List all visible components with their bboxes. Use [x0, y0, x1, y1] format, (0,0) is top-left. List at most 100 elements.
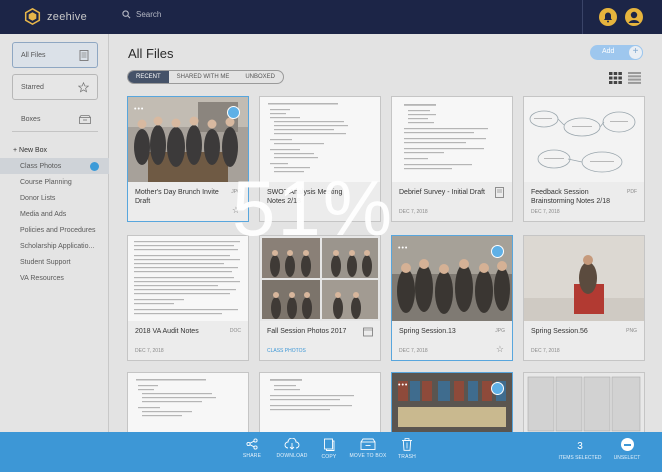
file-date: DEC 7, 2018 [399, 209, 428, 215]
file-name: 2018 VA Audit Notes [135, 328, 199, 335]
checkmark-icon[interactable] [491, 382, 504, 395]
sidebar-item-policies[interactable]: Policies and Procedures [0, 222, 109, 238]
file-card[interactable]: ••• Spring Session.13 JPG DEC 7, 2018 ☆ [391, 235, 513, 361]
file-card[interactable] [259, 372, 381, 433]
sidebar-item-donor-lists[interactable]: Donor Lists [0, 190, 109, 206]
file-card[interactable]: ••• [391, 372, 513, 433]
grid-view-icon[interactable] [609, 72, 622, 84]
topbar-divider [582, 0, 583, 34]
sidebar-item-media-and-ads[interactable]: Media and Ads [0, 206, 109, 222]
lockers-photo-image [524, 373, 644, 433]
file-name: Fall Session Photos 2017 [267, 328, 347, 335]
page-title: All Files [128, 46, 174, 61]
app-window: zeehive Search All Files Starred Boxes +… [0, 0, 662, 472]
trash-button[interactable]: TRASH [384, 438, 430, 460]
more-icon[interactable]: ••• [398, 382, 408, 389]
selected-count: 3 [577, 441, 583, 452]
file-name: Spring Session.56 [531, 328, 588, 335]
sidebar-item-label: VA Resources [20, 274, 64, 282]
file-name: Debrief Survey - Initial Draft [399, 189, 485, 196]
new-box-button[interactable]: + New Box [0, 142, 109, 158]
sidebar-item-label: Class Photos [20, 162, 62, 170]
starred-label: Starred [21, 83, 44, 91]
document-thumbnail [392, 97, 512, 182]
minus-circle-icon [620, 438, 634, 451]
sidebar-divider [12, 131, 98, 132]
cloud-download-icon [284, 438, 300, 450]
more-icon[interactable]: ••• [398, 245, 408, 252]
file-type: JPG [495, 328, 505, 334]
selection-count: 3 ITEMS SELECTED [558, 441, 602, 462]
sidebar-boxes[interactable]: Boxes [21, 115, 91, 124]
file-name: Mother's Day Brunch Invite Draft [135, 189, 219, 205]
plus-icon: + [628, 45, 643, 60]
check-circle-icon [90, 161, 99, 171]
boxes-label: Boxes [21, 116, 41, 123]
file-name: Feedback Session Brainstorming Notes 2/1… [531, 189, 610, 205]
photo-thumbnail [524, 236, 644, 321]
text-document-image [128, 373, 248, 433]
file-card[interactable]: Feedback Session Brainstorming Notes 2/1… [523, 96, 645, 222]
share-icon [246, 438, 258, 450]
sidebar-all-files[interactable]: All Files [12, 42, 98, 68]
notification-bell-icon[interactable] [597, 6, 619, 28]
file-date: DEC 7, 2018 [399, 348, 428, 354]
trash-icon [402, 438, 412, 451]
folder-icon [363, 327, 373, 337]
sidebar-item-va-resources[interactable]: VA Resources [0, 270, 109, 286]
sidebar-item-label: Student Support [20, 258, 71, 266]
sidebar-item-scholarship[interactable]: Scholarship Applicatio... [0, 238, 109, 254]
star-icon[interactable]: ☆ [496, 345, 504, 354]
logo-text: zeehive [47, 10, 88, 23]
file-card[interactable] [523, 372, 645, 433]
file-card[interactable]: Debrief Survey - Initial Draft DEC 7, 20… [391, 96, 513, 222]
file-date: DEC 7, 2018 [531, 348, 560, 354]
more-icon[interactable]: ••• [134, 106, 144, 113]
sidebar-starred[interactable]: Starred [12, 74, 98, 100]
sidebar: All Files Starred Boxes + New Box Class … [0, 34, 109, 472]
tab-shared-with-me[interactable]: SHARED WITH ME [169, 71, 238, 83]
filter-tabs: RECENT SHARED WITH ME UNBOXED [127, 70, 285, 84]
search-input[interactable]: Search [136, 10, 161, 19]
tab-unboxed[interactable]: UNBOXED [237, 71, 283, 83]
unselect-button[interactable]: UNSELECT [612, 438, 642, 461]
file-type: DOC [229, 328, 241, 334]
sidebar-item-label: Scholarship Applicatio... [20, 242, 95, 250]
text-document-image [392, 97, 512, 182]
studio-photo-image [524, 236, 644, 321]
search-icon [122, 10, 131, 19]
all-files-label: All Files [21, 51, 46, 59]
star-icon [78, 81, 89, 93]
add-button[interactable]: Add + [590, 45, 643, 60]
whiteboard-sketch-image [524, 97, 644, 182]
sidebar-item-label: Media and Ads [20, 210, 67, 218]
box-label[interactable]: CLASS PHOTOS [267, 348, 306, 354]
document-icon [79, 49, 89, 61]
checkmark-icon[interactable] [227, 106, 240, 119]
tab-recent[interactable]: RECENT [128, 71, 169, 83]
box-icon [360, 438, 376, 450]
sidebar-item-label: Donor Lists [20, 194, 56, 202]
file-card[interactable]: ••• Mother's Day Brunch Invite Draft JPG… [127, 96, 249, 222]
sidebar-item-class-photos[interactable]: Class Photos [0, 158, 109, 174]
sidebar-item-student-support[interactable]: Student Support [0, 254, 109, 270]
file-card[interactable]: 2018 VA Audit Notes DOC DEC 7, 2018 [127, 235, 249, 361]
file-card[interactable]: Spring Session.56 PNG DEC 7, 2018 [523, 235, 645, 361]
file-name: Spring Session.13 [399, 328, 456, 335]
sidebar-item-label: Course Planning [20, 178, 72, 186]
sidebar-item-course-planning[interactable]: Course Planning [0, 174, 109, 190]
file-card[interactable]: Fall Session Photos 2017 CLASS PHOTOS [259, 235, 381, 361]
logo[interactable]: zeehive [24, 8, 87, 25]
items-selected-label: ITEMS SELECTED [558, 455, 602, 461]
file-date: DEC 7, 2018 [531, 209, 560, 215]
upload-progress-percent: 51% [232, 164, 395, 252]
copy-icon [324, 438, 335, 451]
checkmark-icon[interactable] [491, 245, 504, 258]
text-document-image [260, 373, 380, 433]
document-thumbnail [128, 236, 248, 321]
user-avatar-icon[interactable] [623, 6, 645, 28]
file-card[interactable] [127, 372, 249, 433]
search-bar[interactable]: Search [122, 10, 161, 19]
list-view-icon[interactable] [628, 72, 641, 84]
sketch-thumbnail [524, 97, 644, 182]
